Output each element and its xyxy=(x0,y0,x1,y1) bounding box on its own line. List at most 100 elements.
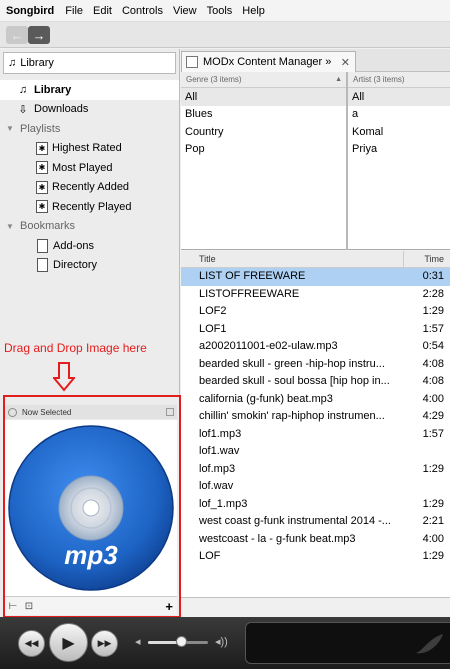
tab-bar: MODx Content Manager » ✕ xyxy=(181,49,450,72)
table-row[interactable]: LISTOFFREEWARE 2:28 xyxy=(181,286,450,304)
menu-help[interactable]: Help xyxy=(242,5,265,17)
sidebar-item-add-ons[interactable]: Add-ons xyxy=(0,236,179,256)
track-title: lof_1.mp3 xyxy=(199,497,248,510)
volume-knob[interactable] xyxy=(176,636,187,647)
expand-triangle-icon: ▼ xyxy=(6,221,14,231)
track-time: 1:29 xyxy=(422,550,444,562)
sidebar-item-directory[interactable]: Directory xyxy=(0,256,179,276)
sort-arrow-icon: ▲ xyxy=(335,76,342,83)
table-row[interactable]: a2002011001-e02-ulaw.mp3 0:54 xyxy=(181,338,450,356)
track-title: lof.mp3 xyxy=(199,462,236,475)
table-row[interactable]: LOF 1:29 xyxy=(181,548,450,566)
smart-playlist-icon: ✱ xyxy=(36,161,48,175)
table-row[interactable]: LOF1 1:57 xyxy=(181,321,450,339)
menu-tools[interactable]: Tools xyxy=(207,5,233,17)
table-row[interactable]: bearded skull - green -hip-hop instru...… xyxy=(181,356,450,374)
column-time[interactable]: Time xyxy=(424,254,444,264)
track-time: 2:21 xyxy=(422,515,444,527)
list-item[interactable]: Blues xyxy=(181,106,346,124)
back-button[interactable]: ← xyxy=(6,26,28,44)
track-list: Title Time LIST OF FREEWARE 0:31 LISTOFFRE… xyxy=(181,251,450,597)
table-row[interactable]: westcoast - la - g-funk beat.mp3 4:00 xyxy=(181,531,450,549)
menu-edit[interactable]: Edit xyxy=(93,5,112,17)
track-time: 1:29 xyxy=(422,462,444,475)
next-button[interactable]: ▶▶ xyxy=(91,630,118,657)
track-time: 4:08 xyxy=(422,357,444,370)
sidebar-header-bookmarks[interactable]: ▼ Bookmarks xyxy=(0,217,179,237)
sidebar-item-most-played[interactable]: ✱ Most Played xyxy=(0,158,179,178)
menu-file[interactable]: File xyxy=(65,5,83,17)
track-time: 4:00 xyxy=(422,532,444,545)
table-row[interactable]: LIST OF FREEWARE 0:31 xyxy=(181,268,450,286)
column-divider[interactable] xyxy=(403,251,404,268)
track-time: 1:29 xyxy=(422,305,444,317)
play-icon: ▶ xyxy=(62,634,75,652)
sidebar-item-downloads[interactable]: ⇩ Downloads xyxy=(0,100,179,120)
track-time: 1:57 xyxy=(422,322,444,335)
track-time: 4:08 xyxy=(422,375,444,387)
track-title: lof1.wav xyxy=(199,445,240,457)
songbird-logo-icon xyxy=(416,634,443,654)
forward-button[interactable]: → xyxy=(28,26,50,44)
now-playing-display xyxy=(245,622,450,664)
table-row[interactable]: west coast g-funk instrumental 2014 -...… xyxy=(181,513,450,531)
previous-button[interactable]: ◀◀ xyxy=(18,630,45,657)
table-row[interactable]: LOF2 1:29 xyxy=(181,303,450,321)
table-row[interactable]: california (g-funk) beat.mp3 4:00 xyxy=(181,391,450,409)
sidebar-header-playlists[interactable]: ▼ Playlists xyxy=(0,119,179,139)
list-item[interactable]: All xyxy=(181,88,346,106)
track-title: west coast g-funk instrumental 2014 -... xyxy=(199,515,391,527)
tab-label: MODx Content Manager » xyxy=(203,56,332,68)
list-item[interactable]: Pop xyxy=(181,141,346,159)
list-item[interactable]: All xyxy=(348,88,450,106)
table-row[interactable]: lof1.mp3 1:57 xyxy=(181,426,450,444)
menu-view[interactable]: View xyxy=(173,5,197,17)
artist-header[interactable]: Artist (3 items) xyxy=(348,72,450,88)
table-row[interactable]: lof.wav xyxy=(181,478,450,496)
track-list-header: Title Time xyxy=(181,251,450,268)
horizontal-scrollbar[interactable] xyxy=(181,597,450,617)
track-time: 4:29 xyxy=(422,410,444,422)
track-title: bearded skull - soul bossa [hip hop in..… xyxy=(199,375,390,387)
tab-modx-content-manager[interactable]: MODx Content Manager » ✕ xyxy=(181,51,356,72)
location-field[interactable]: ♫ Library xyxy=(3,52,176,74)
sidebar-item-label: Directory xyxy=(53,259,98,272)
menu-controls[interactable]: Controls xyxy=(122,5,163,17)
track-time: 2:28 xyxy=(422,287,444,300)
location-label: Library xyxy=(20,57,54,69)
play-button[interactable]: ▶ xyxy=(49,623,88,662)
drop-highlight-box xyxy=(3,395,181,618)
genre-filter: Genre (3 items) ▲ All Blues Country Pop xyxy=(181,72,346,250)
pane-splitter[interactable] xyxy=(346,72,348,250)
column-title[interactable]: Title xyxy=(199,254,216,264)
list-item[interactable]: Country xyxy=(181,123,346,141)
smart-playlist-icon: ✱ xyxy=(36,200,48,214)
track-time: 0:54 xyxy=(422,340,444,352)
sidebar-item-highest-rated[interactable]: ✱ Highest Rated xyxy=(0,139,179,159)
smart-playlist-icon: ✱ xyxy=(36,141,48,155)
track-rows: LIST OF FREEWARE 0:31 LISTOFFREEWARE 2:28 LO… xyxy=(181,268,450,566)
table-row[interactable]: chillin' smokin' rap-hiphop instrumen...… xyxy=(181,408,450,426)
track-title: california (g-funk) beat.mp3 xyxy=(199,392,333,405)
previous-track-icon: ◀◀ xyxy=(24,638,39,648)
player-bar: ◀◀ ▶ ▶▶ ◂ ◂)) xyxy=(0,617,450,669)
sidebar-item-recently-added[interactable]: ✱ Recently Added xyxy=(0,178,179,198)
genre-header[interactable]: Genre (3 items) ▲ xyxy=(181,72,346,88)
track-title: LOF2 xyxy=(199,305,227,317)
table-row[interactable]: lof.mp3 1:29 xyxy=(181,461,450,479)
list-item[interactable]: Komal xyxy=(348,123,450,141)
table-row[interactable]: lof1.wav xyxy=(181,443,450,461)
list-item[interactable]: Priya xyxy=(348,141,450,159)
sidebar-header-label: Bookmarks xyxy=(20,220,76,233)
table-row[interactable]: bearded skull - soul bossa [hip hop in..… xyxy=(181,373,450,391)
sidebar-header-label: Playlists xyxy=(20,122,61,135)
sidebar-item-recently-played[interactable]: ✱ Recently Played xyxy=(0,197,179,217)
close-icon[interactable]: ✕ xyxy=(341,56,350,69)
page-icon xyxy=(37,238,48,253)
arrow-left-icon: ← xyxy=(10,27,24,43)
page-icon xyxy=(37,258,48,273)
sidebar-item-library[interactable]: ♫ Library xyxy=(0,80,179,100)
list-item[interactable]: a xyxy=(348,106,450,124)
table-row[interactable]: lof_1.mp3 1:29 xyxy=(181,496,450,514)
sidebar-item-label: Library xyxy=(34,83,72,96)
